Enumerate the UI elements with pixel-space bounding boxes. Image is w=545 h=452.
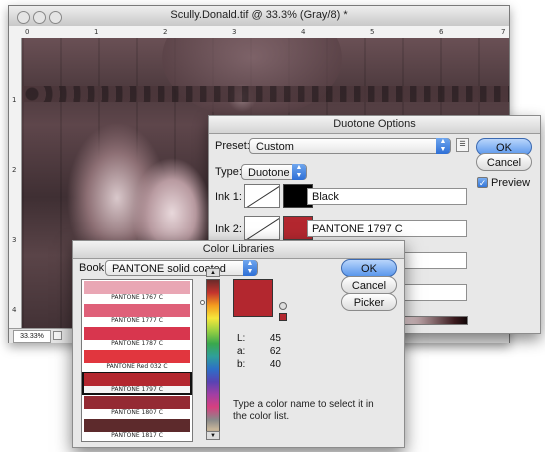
preset-value: Custom — [256, 141, 294, 153]
swatch-color — [84, 373, 190, 386]
popup-arrows-icon: ▲ ▼ — [243, 260, 257, 276]
preset-options-icon[interactable]: ☰ — [456, 138, 469, 152]
swatch-row-0[interactable]: PANTONE 1767 C — [82, 280, 192, 303]
swatch-color — [84, 396, 190, 409]
swatch-name: PANTONE 1807 C — [111, 409, 163, 416]
ink4-name-field[interactable] — [404, 284, 467, 301]
color-name-hint: Type a color name to select it in the co… — [233, 399, 374, 422]
swatch-name: PANTONE 1787 C — [111, 340, 163, 347]
ruler-tick-label: 2 — [12, 166, 17, 174]
type-select[interactable]: Duotone ▲ ▼ — [241, 164, 307, 180]
document-titlebar[interactable]: Scully.Donald.tif @ 33.3% (Gray/8) * — [9, 6, 509, 27]
swatch-row-4[interactable]: PANTONE 1797 C — [82, 372, 192, 395]
hue-slider-marker-icon[interactable] — [200, 300, 205, 305]
ink1-curve-icon — [246, 186, 279, 207]
photo-garland — [22, 86, 509, 102]
color-libraries-title: Color Libraries — [73, 241, 404, 259]
swatch-name: PANTONE 1797 C — [111, 386, 163, 393]
lab-a-value: 62 — [269, 346, 281, 357]
ruler-tick-label: 5 — [370, 28, 375, 36]
scroll-down-arrow-icon[interactable]: ▼ — [206, 431, 220, 440]
ruler-tick-label: 3 — [232, 28, 237, 36]
library-ok-button[interactable]: OK — [341, 259, 397, 277]
ink2-curve-icon — [246, 218, 279, 239]
ruler-tick-label: 7 — [501, 28, 506, 36]
swatch-row-3[interactable]: PANTONE Red 032 C — [82, 349, 192, 372]
lab-b-value: 40 — [269, 359, 281, 370]
ink2-name-field[interactable]: PANTONE 1797 C — [307, 220, 467, 237]
ruler-tick-label: 1 — [12, 96, 17, 104]
lab-b-label: b: — [237, 359, 246, 370]
duotone-cancel-button[interactable]: Cancel — [476, 153, 532, 171]
swatch-color — [84, 327, 190, 340]
preview-label: Preview — [491, 177, 531, 189]
book-select[interactable]: PANTONE solid coated ▲ ▼ — [105, 260, 258, 276]
type-value: Duotone — [248, 167, 290, 179]
swatch-row-2[interactable]: PANTONE 1787 C — [82, 326, 192, 349]
ink2-curve-box[interactable] — [244, 216, 280, 240]
ruler-tick-label: 6 — [439, 28, 444, 36]
lab-l-value: 45 — [269, 333, 281, 344]
type-label: Type: — [215, 166, 242, 178]
preset-label: Preset: — [215, 140, 250, 152]
duotone-dialog-title: Duotone Options — [209, 116, 540, 134]
library-cancel-button[interactable]: Cancel — [341, 276, 397, 294]
swatch-color — [84, 304, 190, 317]
overprint-ramp-bar — [404, 316, 468, 325]
swatch-color — [84, 419, 190, 432]
ruler-tick-label: 0 — [25, 28, 30, 36]
out-of-gamut-icon[interactable] — [279, 302, 287, 310]
swatch-name: PANTONE 1767 C — [111, 294, 163, 301]
swatch-name: PANTONE 1777 C — [111, 317, 163, 324]
scroll-up-arrow-icon[interactable]: ▲ — [206, 268, 220, 277]
document-title: Scully.Donald.tif @ 33.3% (Gray/8) * — [170, 9, 348, 21]
ink1-name-field[interactable]: Black — [307, 188, 467, 205]
selected-color-preview — [233, 279, 273, 317]
swatch-name: PANTONE 1817 C — [111, 432, 163, 439]
lab-l-label: L: — [237, 333, 246, 344]
vertical-ruler[interactable]: 1 2 3 4 — [9, 38, 22, 328]
ink3-name-field[interactable] — [404, 252, 467, 269]
ruler-tick-label: 4 — [301, 28, 306, 36]
library-picker-button[interactable]: Picker — [341, 293, 397, 311]
lab-a-label: a: — [237, 346, 246, 357]
status-info-icon[interactable] — [53, 331, 62, 340]
swatch-row-1[interactable]: PANTONE 1777 C — [82, 303, 192, 326]
hue-spectrum-slider[interactable] — [206, 279, 220, 440]
preset-select[interactable]: Custom ▲ ▼ — [249, 138, 451, 154]
ink1-curve-box[interactable] — [244, 184, 280, 208]
photo-arch — [162, 38, 342, 118]
popup-arrows-icon: ▲ ▼ — [292, 164, 306, 180]
color-swatch-list[interactable]: PANTONE 1767 C PANTONE 1777 C PANTONE 17… — [81, 279, 193, 442]
color-libraries-dialog: Color Libraries Book: PANTONE solid coat… — [72, 240, 405, 448]
swatch-row-6[interactable]: PANTONE 1817 C — [82, 418, 192, 441]
ink2-label: Ink 2: — [215, 223, 242, 235]
ink1-label: Ink 1: — [215, 191, 242, 203]
ruler-tick-label: 3 — [12, 236, 17, 244]
swatch-name: PANTONE Red 032 C — [106, 363, 168, 370]
swatch-color — [84, 281, 190, 294]
zoom-level-field[interactable]: 33.33% — [13, 330, 51, 343]
popup-arrows-icon: ▲ ▼ — [436, 138, 450, 154]
ruler-tick-label: 2 — [163, 28, 168, 36]
ruler-tick-label: 4 — [12, 306, 17, 314]
swatch-row-5[interactable]: PANTONE 1807 C — [82, 395, 192, 418]
preview-checkbox[interactable]: ✓ — [477, 177, 488, 188]
swatch-color — [84, 350, 190, 363]
gamut-color-swatch[interactable] — [279, 313, 287, 321]
ruler-tick-label: 1 — [94, 28, 99, 36]
book-label: Book: — [79, 262, 108, 274]
